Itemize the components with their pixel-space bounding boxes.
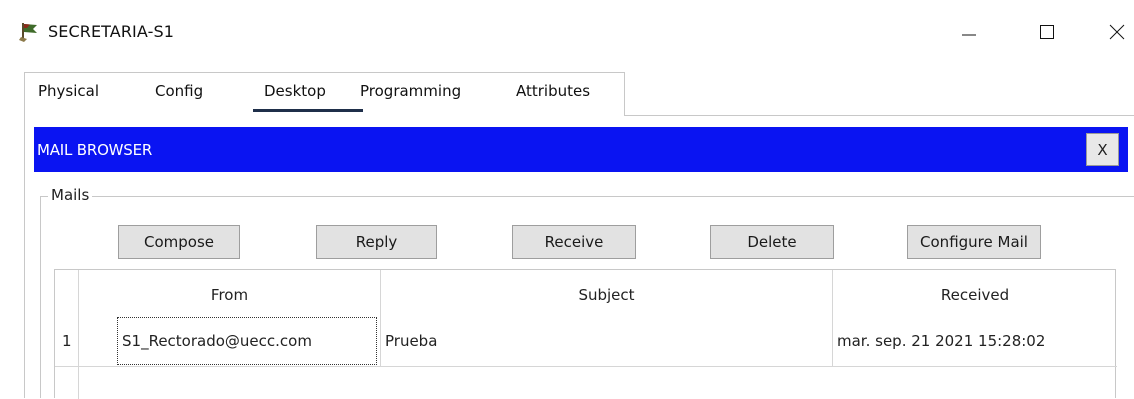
maximize-icon — [1040, 25, 1054, 39]
close-icon — [1109, 24, 1125, 40]
mail-browser-header: MAIL BROWSER X — [34, 127, 1128, 172]
tab-bar: Physical Config Desktop Programming Attr… — [24, 72, 624, 116]
column-divider — [832, 270, 833, 366]
row-divider — [55, 366, 1117, 367]
tabs-frame-left — [24, 72, 25, 398]
column-header-received[interactable]: Received — [833, 286, 1117, 304]
tab-physical[interactable]: Physical — [38, 82, 99, 100]
column-divider — [380, 270, 381, 366]
row-number: 1 — [62, 332, 72, 350]
minimize-button[interactable] — [946, 14, 992, 50]
tab-attributes[interactable]: Attributes — [516, 82, 590, 100]
column-header-subject[interactable]: Subject — [381, 286, 832, 304]
content-frame-top — [624, 115, 1134, 116]
mails-group-label: Mails — [48, 186, 93, 204]
cell-received[interactable]: mar. sep. 21 2021 15:28:02 — [837, 332, 1045, 350]
mail-table: From Subject Received 1 S1_Rectorado@uec… — [54, 269, 1117, 399]
receive-button[interactable]: Receive — [512, 225, 636, 259]
delete-button[interactable]: Delete — [710, 225, 834, 259]
window-title: SECRETARIA-S1 — [48, 22, 174, 41]
tab-config[interactable]: Config — [155, 82, 203, 100]
window-titlebar: SECRETARIA-S1 — [0, 0, 1134, 58]
tabs-frame-right — [624, 72, 625, 116]
reply-button[interactable]: Reply — [316, 225, 437, 259]
minimize-icon — [962, 34, 976, 36]
cell-from[interactable]: S1_Rectorado@uecc.com — [122, 332, 312, 350]
close-window-button[interactable] — [1094, 14, 1134, 50]
configure-mail-button[interactable]: Configure Mail — [907, 225, 1041, 259]
mail-browser-title: MAIL BROWSER — [37, 141, 153, 159]
compose-button[interactable]: Compose — [118, 225, 240, 259]
active-tab-indicator — [253, 109, 363, 112]
maximize-button[interactable] — [1024, 14, 1070, 50]
cell-subject[interactable]: Prueba — [385, 332, 437, 350]
mail-browser-close-button[interactable]: X — [1086, 133, 1119, 166]
tab-desktop[interactable]: Desktop — [264, 82, 326, 100]
tab-programming[interactable]: Programming — [360, 82, 461, 100]
column-header-from[interactable]: From — [79, 286, 380, 304]
pc-flag-icon — [18, 21, 40, 43]
